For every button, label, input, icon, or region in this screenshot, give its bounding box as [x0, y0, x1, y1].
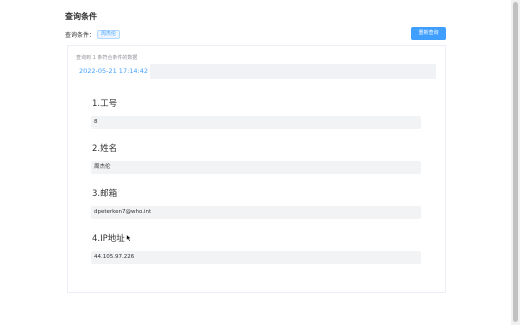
condition-label: 查询条件：: [65, 31, 96, 39]
field-label-ip-row: 4.IP地址: [92, 232, 133, 244]
field-label-name: 2.姓名: [92, 144, 118, 154]
tab-result-1[interactable]: 2022-05-21 17:14:42: [77, 64, 150, 79]
field-value-ip: 44.105.97.226: [91, 251, 421, 264]
field-label-employee-id: 1.工号: [92, 99, 118, 109]
field-value-email: dpeterken7@who.int: [91, 206, 421, 219]
requery-button[interactable]: 重新查询: [411, 27, 446, 40]
mouse-cursor-icon: [125, 234, 132, 242]
query-condition-row: 查询条件： 周杰伦: [65, 29, 121, 39]
section-title: 查询条件: [65, 12, 97, 21]
condition-tag: 周杰伦: [97, 29, 121, 39]
field-label-email: 3.邮箱: [92, 189, 118, 199]
scrollbar-thumb[interactable]: [513, 2, 518, 322]
field-label-ip: 4.IP地址: [92, 234, 125, 244]
field-value-employee-id: 8: [91, 116, 421, 129]
results-summary: 查询到 1 条符合条件的数据: [76, 55, 138, 61]
field-value-name: 周杰伦: [91, 161, 421, 174]
